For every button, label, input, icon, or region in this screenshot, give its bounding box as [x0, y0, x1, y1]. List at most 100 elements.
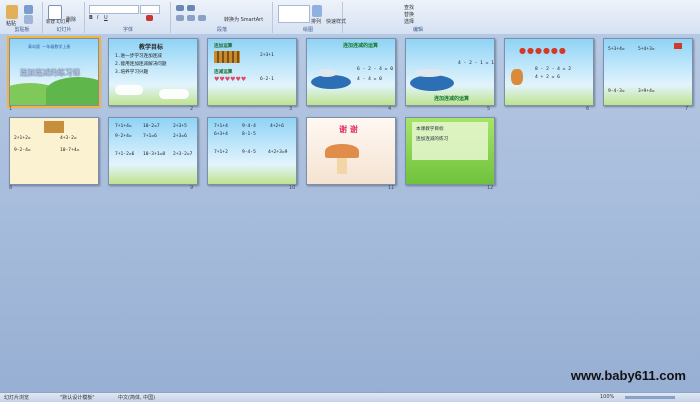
bold-icon[interactable]: B [89, 15, 93, 21]
bullets-icon[interactable] [176, 5, 184, 11]
slide-equation: 7+1=6 [143, 134, 157, 139]
bear-image [511, 69, 523, 85]
ribbon-group-label: 绘图 [302, 27, 313, 33]
numbering-icon[interactable] [187, 5, 195, 11]
slide-number: 3 [289, 106, 293, 112]
slide-equation: 4 - 2 - 1 = 1 [458, 61, 494, 66]
slide-thumbnail-8[interactable]: 2+1+2= 4+3-2= 9-2-4= 10-7+4= [9, 117, 99, 185]
mushroom-image [325, 144, 359, 158]
slide-number: 4 [388, 106, 392, 112]
ribbon-group-label: 段落 [216, 27, 227, 33]
slide-thumbnail-10[interactable]: 7+1+4 9-4-4 4+2+6 6+3+4 8-1-5 7+1+2 9-4-… [207, 117, 297, 185]
slide-text-line: 3.培养学习兴趣 [115, 70, 149, 75]
slide-equation: 9-4-3= [608, 89, 625, 94]
arrange-button[interactable]: 排列 [311, 18, 321, 25]
slide-thumbnail-11[interactable]: 谢 谢 [306, 117, 396, 185]
slide-number: 11 [388, 185, 395, 191]
slide-number: 1 [9, 106, 13, 112]
replace-button[interactable]: 替换 [404, 11, 414, 18]
slide-text-line: 本课教学目标 [416, 127, 444, 132]
slide-equation: 6+3+4 [214, 132, 228, 137]
slide-thumbnail-2[interactable]: 教学目标 1.进一步学习连加连减 2.能用连加连减解决问题 3.培养学习兴趣 [108, 38, 198, 106]
slide-title: 谢 谢 [339, 125, 358, 134]
status-theme: "默认设计模板" [60, 395, 95, 401]
paste-icon[interactable] [6, 5, 18, 19]
slide-title: 教学目标 [139, 44, 164, 51]
ribbon-group-slides: 新建 幻灯片 删除 幻灯片 [44, 2, 85, 33]
slide-thumbnail-3[interactable]: 连加运算 连减运算 ♥♥♥♥♥♥ 2+3+1 6-2-1 [207, 38, 297, 106]
slide-equation: 2+3+5 [173, 124, 187, 129]
slide-equation: 4 + 2 = 6 [535, 75, 560, 80]
slide-equation: 5+3+4= [608, 47, 625, 52]
ribbon-group-label: 编辑 [412, 27, 423, 33]
slide-equation: 7+1+4= [115, 124, 132, 129]
select-button[interactable]: 选择 [404, 18, 414, 25]
slide-equation: 9-4-5 [242, 150, 256, 155]
slide-title: 连加连减的运算 [434, 96, 470, 102]
slide-thumbnail-9[interactable]: 7+1+4= 10-2=7 2+3+5 9-2+4= 7+1=6 2+3=6 7… [108, 117, 198, 185]
geese-image [317, 69, 337, 77]
slide-sorter: 青岛版 一年级数学上册 连加连减的练习课 1 教学目标 1.进一步学习连加连减 … [0, 34, 700, 392]
align-right-icon[interactable] [198, 15, 206, 21]
ribbon-group-paragraph: 转换为 SmartArt 段落 [172, 2, 273, 33]
slide-equation: 2+3+1 [260, 53, 274, 58]
slide-thumbnail-7[interactable]: 5+3+4= 5+4+3= 9-4-3= 3+9+4= [603, 38, 693, 106]
slide-equation: 8-1-5 [242, 132, 256, 137]
zoom-level[interactable]: 100% [600, 394, 614, 400]
zoom-slider[interactable] [625, 396, 675, 399]
ribbon: 粘贴 剪贴板 新建 幻灯片 删除 幻灯片 B I U 字体 转换为 SmartA… [0, 0, 700, 35]
delete-label[interactable]: 删除 [66, 16, 76, 23]
convert-smartart-button[interactable]: 转换为 SmartArt [224, 16, 263, 23]
slide-text-line: 连加连减的练习 [416, 137, 449, 142]
slide-number: 2 [190, 106, 194, 112]
watermark-text: www.baby611.com [570, 368, 686, 383]
ribbon-group-drawing: 排列 快速样式 绘图 [274, 2, 346, 33]
shapes-gallery[interactable] [278, 5, 310, 23]
house-image [44, 121, 64, 133]
slide-thumbnail-6[interactable]: ●●●●●● 8 - 2 - 4 = 2 4 + 2 = 6 [504, 38, 594, 106]
italic-icon[interactable]: I [97, 15, 98, 21]
slide-title: 连加连减的练习课 [20, 68, 80, 77]
ribbon-group-editing: 查找 替换 选择 编辑 [400, 2, 436, 33]
arrange-icon[interactable] [312, 5, 322, 17]
slide-equation: 10-3+1=8 [143, 152, 166, 157]
slide-equation: 9-2-4= [14, 148, 31, 153]
slide-equation: 8 - 2 - 4 = 2 [535, 67, 571, 72]
slide-equation: 10-2=7 [143, 124, 160, 129]
slide-number: 5 [487, 106, 491, 112]
font-name-dropdown[interactable] [89, 5, 139, 14]
slide-thumbnail-1[interactable]: 青岛版 一年级数学上册 连加连减的练习课 [7, 36, 101, 108]
find-button[interactable]: 查找 [404, 4, 414, 11]
slide-equation: 4+2+6 [270, 124, 284, 129]
slide-equation: 4 - 4 = 0 [357, 77, 382, 82]
slide-thumbnail-5[interactable]: 4 - 2 - 1 = 1 连加连减的运算 [405, 38, 495, 106]
slide-thumbnail-12[interactable]: 本课教学目标 连加连减的练习 [405, 117, 495, 185]
slide-number: 8 [9, 185, 13, 191]
slide-equation: 2+3=6 [173, 134, 187, 139]
cloud-shape [159, 89, 189, 99]
slide-text-line: 1.进一步学习连加连减 [115, 54, 162, 59]
underline-icon[interactable]: U [104, 15, 108, 21]
ribbon-group-label: 剪贴板 [14, 27, 30, 33]
copy-icon[interactable] [24, 15, 33, 24]
new-slide-icon[interactable] [48, 5, 62, 20]
status-language: 中文(简体, 中国) [118, 395, 156, 401]
font-size-dropdown[interactable] [140, 5, 160, 14]
slide-label: 连减运算 [214, 70, 233, 75]
align-left-icon[interactable] [176, 15, 184, 21]
slide-equation: 5+4+3= [638, 47, 655, 52]
align-center-icon[interactable] [187, 15, 195, 21]
quick-styles-button[interactable]: 快速样式 [326, 18, 346, 25]
font-color-icon[interactable] [146, 15, 153, 21]
slide-thumbnail-4[interactable]: 连加连减的运算 6 - 2 - 4 = 0 4 - 4 = 0 [306, 38, 396, 106]
sticks-image [214, 51, 240, 63]
slide-equation: 9-2+4= [115, 134, 132, 139]
mushroom-stem-image [337, 158, 347, 174]
hill-shape [46, 77, 98, 105]
cut-icon[interactable] [24, 5, 33, 14]
ribbon-group-font: B I U 字体 [86, 2, 171, 33]
slide-equation: 7+1-2=6 [115, 152, 135, 157]
pond-shape [311, 75, 351, 89]
pond-shape [410, 75, 454, 91]
slide-equation: 6 - 2 - 4 = 0 [357, 67, 393, 72]
